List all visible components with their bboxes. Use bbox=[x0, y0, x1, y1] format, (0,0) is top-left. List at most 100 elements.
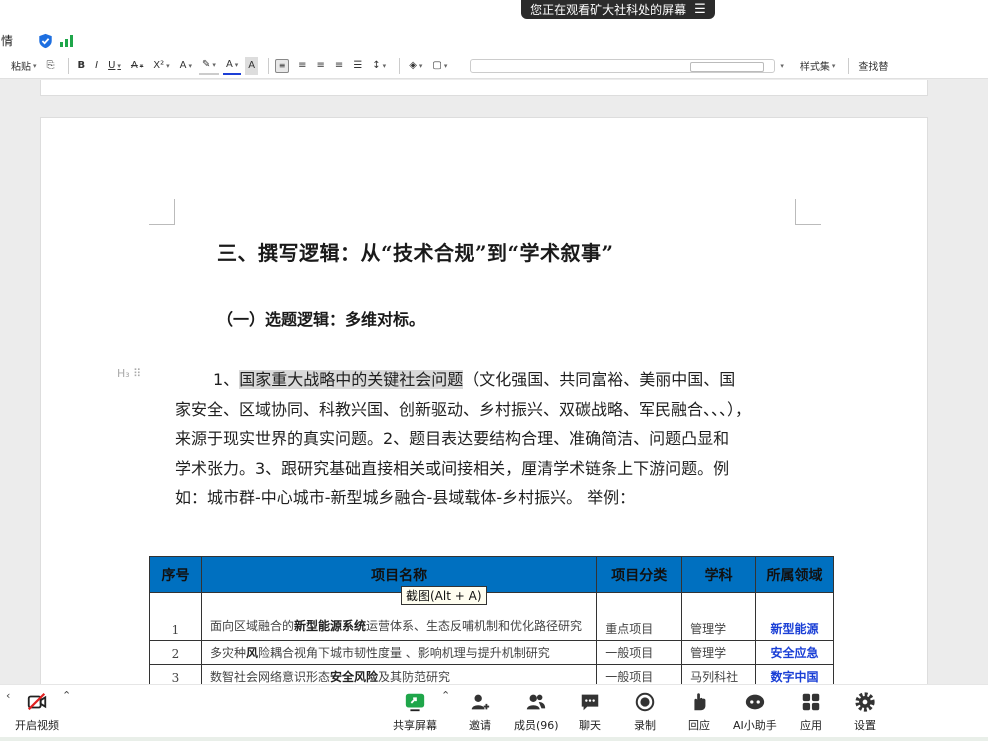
apps-button[interactable]: 应用 bbox=[800, 691, 822, 733]
subsection-heading[interactable]: （一）选题逻辑：多维对标。 bbox=[217, 306, 425, 330]
bold-button[interactable]: B bbox=[75, 57, 89, 75]
name-part: 险耦合视角下城市韧性度量 、影响机理与提升机制研究 bbox=[257, 646, 550, 660]
chat-button[interactable]: 聊天 bbox=[579, 691, 601, 733]
align-right-icon[interactable]: ≡ bbox=[314, 57, 328, 75]
chat-icon bbox=[581, 694, 599, 711]
screen-share-banner[interactable]: 您正在观看矿大社科处的屏幕 ☰ bbox=[521, 0, 715, 19]
signal-bars-icon bbox=[60, 34, 74, 47]
body-line: 来源于现实世界的真实问题。2、题目表达要结构合理、准确简洁、问题凸显和 bbox=[175, 429, 730, 448]
meeting-toolbar: ‹ 开启视频 ⌃ 共享屏幕 ⌃ 邀请 成员(96) 聊天 录制 回应 AI小助手… bbox=[0, 684, 988, 741]
cell-category: 一般项目 bbox=[596, 664, 683, 684]
justify-icon[interactable]: ≡ bbox=[332, 57, 346, 75]
highlight-color-icon[interactable]: ✎ ▾ bbox=[199, 57, 219, 75]
column-header: 序号 bbox=[149, 556, 202, 593]
cell-domain: 数字中国 bbox=[755, 664, 834, 684]
cell-category: 重点项目 bbox=[596, 592, 683, 641]
column-header: 学科 bbox=[681, 556, 757, 593]
divider bbox=[268, 57, 270, 74]
table-row[interactable]: 1 面向区域融合的新型能源系统运营体系、生态反哺机制和优化路径研究 重点项目 管… bbox=[149, 592, 834, 641]
ai-assistant-button[interactable]: AI小助手 bbox=[733, 691, 777, 733]
chevron-up-icon[interactable]: ‹ bbox=[6, 689, 10, 702]
char-shading-icon[interactable]: A bbox=[245, 56, 259, 75]
invite-icon bbox=[471, 694, 490, 710]
members-button[interactable]: 成员(96) bbox=[514, 691, 559, 733]
divider bbox=[399, 57, 401, 74]
styles-label: 样式集 bbox=[799, 62, 830, 73]
name-part: 数智社会网络意识形态 bbox=[209, 670, 330, 684]
superscript-button[interactable]: X² ▾ bbox=[150, 57, 172, 75]
document-canvas[interactable]: 三、撰写逻辑：从“技术合规”到“学术叙事” （一）选题逻辑：多维对标。 H₃ ⠿… bbox=[0, 80, 988, 684]
start-video-label: 开启视频 bbox=[15, 719, 59, 732]
strike-glyph: A bbox=[130, 60, 138, 71]
divider bbox=[848, 57, 850, 74]
name-bold-part: 安全风险 bbox=[329, 670, 378, 684]
margin-mark-left bbox=[149, 199, 175, 225]
window-top-bar bbox=[0, 0, 988, 28]
cell-no: 3 bbox=[149, 664, 202, 684]
cell-domain: 安全应急 bbox=[755, 640, 834, 665]
reaction-button[interactable]: 回应 bbox=[688, 691, 710, 733]
record-label: 录制 bbox=[634, 719, 656, 732]
apps-label: 应用 bbox=[800, 719, 822, 732]
border-icon[interactable]: ▢ ▾ bbox=[429, 57, 450, 75]
chevron-up-icon[interactable]: ⌃ bbox=[62, 689, 71, 702]
style-gallery[interactable] bbox=[470, 58, 776, 73]
section-heading[interactable]: 三、撰写逻辑：从“技术合规”到“学术叙事” bbox=[217, 237, 614, 266]
table-row[interactable]: 3 数智社会网络意识形态安全风险及其防范研究 一般项目 马列科社 数字中国 bbox=[149, 664, 834, 684]
share-screen-label: 共享屏幕 bbox=[393, 719, 437, 732]
italic-button[interactable]: I bbox=[92, 57, 101, 75]
invite-label: 邀请 bbox=[469, 719, 491, 732]
cell-no: 2 bbox=[149, 640, 202, 665]
settings-label: 设置 bbox=[854, 719, 876, 732]
distributed-icon[interactable]: ☰ bbox=[350, 57, 365, 75]
name-bold-part: 风 bbox=[245, 646, 258, 660]
line-text: 1、 bbox=[213, 370, 240, 389]
strikethrough-button[interactable]: A ▾ bbox=[128, 57, 146, 75]
record-button[interactable]: 录制 bbox=[634, 691, 656, 733]
line-spacing-icon[interactable]: ↕ ▾ bbox=[369, 57, 389, 75]
name-part: 多灾种 bbox=[209, 646, 246, 660]
members-label: 成员(96) bbox=[514, 719, 559, 732]
status-bar: 情 bbox=[0, 28, 988, 53]
divider bbox=[67, 57, 69, 74]
name-bold-part: 新型能源系统 bbox=[293, 619, 366, 633]
ai-assistant-icon bbox=[745, 694, 765, 710]
chat-label: 聊天 bbox=[579, 719, 601, 732]
styles-button[interactable]: 样式集 ▾ bbox=[797, 57, 839, 75]
paragraph-drag-handle-icon[interactable]: H₃ ⠿ bbox=[117, 367, 141, 380]
name-part: 运营体系、生态反哺机制和优化路径研究 bbox=[365, 619, 582, 633]
project-table[interactable]: 序号 项目名称 项目分类 学科 所属领域 1 面向区域融合的新型能源系统运营体系… bbox=[149, 556, 834, 684]
paste-label: 粘贴 bbox=[11, 62, 31, 73]
cell-domain: 新型能源 bbox=[755, 592, 834, 641]
reaction-label: 回应 bbox=[688, 719, 710, 732]
format-painter-icon[interactable]: ⎘ bbox=[44, 57, 58, 75]
menu-lines-icon[interactable]: ☰ bbox=[694, 2, 706, 17]
find-replace-button[interactable]: 查找替 bbox=[855, 57, 891, 75]
paste-button[interactable]: 粘贴 ▾ bbox=[8, 57, 40, 75]
start-video-button[interactable]: 开启视频 bbox=[15, 691, 59, 733]
font-color-icon[interactable]: A ▾ bbox=[222, 57, 242, 75]
underline-button[interactable]: U ▾ bbox=[105, 57, 124, 75]
column-header: 项目分类 bbox=[596, 556, 683, 593]
cell-subject: 马列科社 bbox=[681, 664, 757, 684]
shield-check-icon[interactable] bbox=[38, 33, 53, 49]
body-line: 如：城市群-中心城市-新型城乡融合-县域载体-乡村振兴。 举例： bbox=[175, 488, 636, 507]
cell-subject: 管理学 bbox=[681, 640, 757, 665]
gallery-scroll-icon[interactable]: ▾ bbox=[775, 57, 787, 75]
share-screen-button[interactable]: 共享屏幕 bbox=[393, 691, 437, 733]
chevron-up-icon[interactable]: ⌃ bbox=[441, 689, 450, 702]
align-left-icon[interactable]: ≡ bbox=[275, 58, 290, 73]
previous-page bbox=[40, 80, 928, 96]
cell-name: 多灾种风险耦合视角下城市韧性度量 、影响机理与提升机制研究 bbox=[200, 640, 598, 665]
fill-color-icon[interactable]: ◈ ▾ bbox=[406, 57, 425, 75]
body-paragraph[interactable]: 1、国家重大战略中的关键社会问题（文化强国、共同富裕、美丽中国、国 家安全、区域… bbox=[175, 365, 797, 513]
table-row[interactable]: 2 多灾种风险耦合视角下城市韧性度量 、影响机理与提升机制研究 一般项目 管理学… bbox=[149, 640, 834, 665]
settings-button[interactable]: 设置 bbox=[854, 691, 876, 733]
selected-text[interactable]: 国家重大战略中的关键社会问题 bbox=[239, 370, 464, 389]
invite-button[interactable]: 邀请 bbox=[469, 691, 491, 733]
align-center-icon[interactable]: ≡ bbox=[295, 57, 309, 75]
screenshot-tooltip: 截图(Alt + A) bbox=[401, 586, 487, 605]
text-effect-icon[interactable]: A ▾ bbox=[177, 57, 195, 75]
name-part: 及其防范研究 bbox=[377, 670, 450, 684]
format-ribbon: 粘贴 ▾ ⎘ B I U ▾ A ▾ X² ▾ A ▾ ✎ ▾ A ▾ A ≡ ≡ ≡ ≡ ☰… bbox=[0, 53, 988, 79]
